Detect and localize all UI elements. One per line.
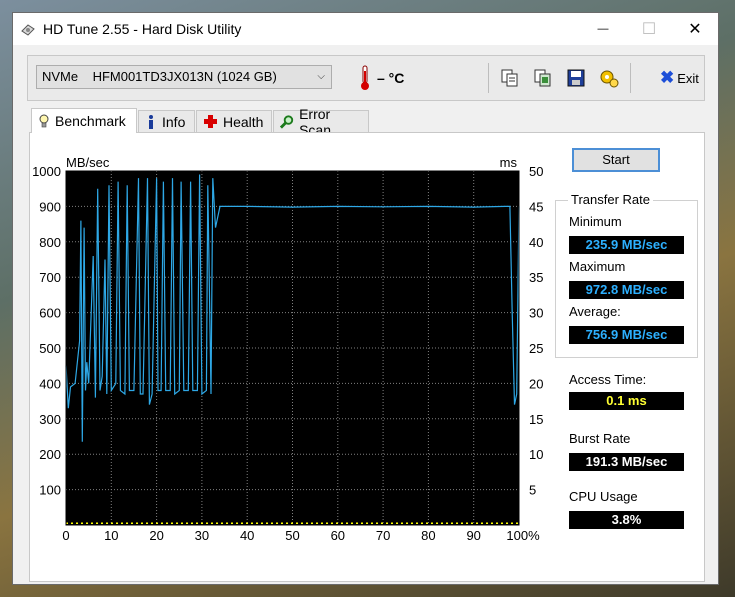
y2-axis-label: ms xyxy=(500,155,518,170)
x-tick-label: 100% xyxy=(506,528,540,543)
y2-tick-label: 45 xyxy=(529,199,543,214)
x-tick-label: 50 xyxy=(285,528,299,543)
transfer-rate-title: Transfer Rate xyxy=(568,192,653,207)
y-tick-label: 500 xyxy=(39,341,61,356)
tab-label: Benchmark xyxy=(55,113,126,129)
y2-tick-label: 20 xyxy=(529,376,543,391)
x-tick-label: 70 xyxy=(376,528,390,543)
burst-rate-value: 191.3 MB/sec xyxy=(569,453,684,471)
x-tick-label: 60 xyxy=(331,528,345,543)
maximum-value: 972.8 MB/sec xyxy=(569,281,684,299)
y2-tick-label: 25 xyxy=(529,341,543,356)
maximum-label: Maximum xyxy=(569,259,626,274)
minimum-label: Minimum xyxy=(569,214,622,229)
access-time-value: 0.1 ms xyxy=(569,392,684,410)
x-tick-label: 90 xyxy=(466,528,480,543)
y2-tick-label: 15 xyxy=(529,412,543,427)
burst-rate-label: Burst Rate xyxy=(569,431,631,446)
y2-tick-label: 50 xyxy=(529,164,543,179)
y2-tick-label: 35 xyxy=(529,270,543,285)
x-tick-label: 80 xyxy=(421,528,435,543)
cpu-usage-value: 3.8% xyxy=(569,511,684,529)
y-tick-label: 200 xyxy=(39,447,61,462)
y-tick-label: 300 xyxy=(39,412,61,427)
cpu-usage-label: CPU Usage xyxy=(569,489,638,504)
x-tick-label: 10 xyxy=(104,528,118,543)
y-tick-label: 100 xyxy=(39,483,61,498)
x-tick-label: 20 xyxy=(149,528,163,543)
y-tick-label: 800 xyxy=(39,235,61,250)
access-time-label: Access Time: xyxy=(569,372,647,387)
minimum-value: 235.9 MB/sec xyxy=(569,236,684,254)
y-tick-label: 600 xyxy=(39,306,61,321)
y2-tick-label: 10 xyxy=(529,447,543,462)
x-tick-label: 0 xyxy=(62,528,69,543)
tab-benchmark[interactable]: Benchmark xyxy=(31,108,137,133)
x-tick-label: 40 xyxy=(240,528,254,543)
y2-tick-label: 5 xyxy=(529,483,536,498)
average-label: Average: xyxy=(569,304,621,319)
lightbulb-icon xyxy=(39,114,49,128)
y-axis-label: MB/sec xyxy=(66,155,110,170)
y-tick-label: 900 xyxy=(39,199,61,214)
average-value: 756.9 MB/sec xyxy=(569,326,684,344)
y-tick-label: 400 xyxy=(39,376,61,391)
x-tick-label: 30 xyxy=(195,528,209,543)
y-tick-label: 1000 xyxy=(32,164,61,179)
y-tick-label: 700 xyxy=(39,270,61,285)
start-button[interactable]: Start xyxy=(572,148,660,172)
y2-tick-label: 40 xyxy=(529,235,543,250)
y2-tick-label: 30 xyxy=(529,306,543,321)
